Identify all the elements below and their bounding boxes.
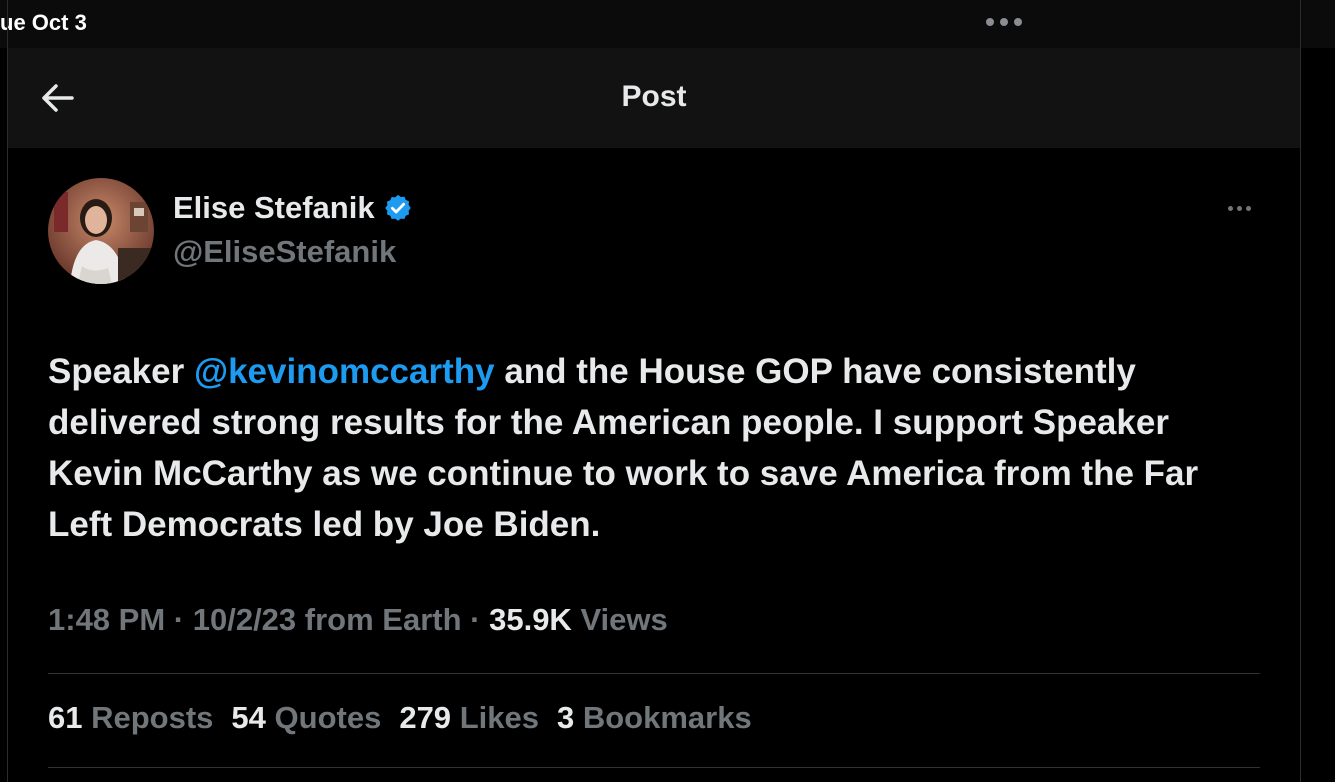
likes-label: Likes xyxy=(459,700,539,735)
more-options-icon[interactable] xyxy=(1228,206,1251,211)
post-time[interactable]: 1:48 PM xyxy=(48,602,165,637)
views-count[interactable]: 35.9K xyxy=(489,602,572,637)
meta-separator: · xyxy=(461,602,490,637)
views-label[interactable]: Views xyxy=(572,602,667,637)
verified-badge-icon xyxy=(384,194,411,221)
quotes-count: 54 xyxy=(231,700,266,735)
post-meta: 1:48 PM · 10/2/23 from Earth · 35.9K Vie… xyxy=(48,602,668,638)
avatar[interactable] xyxy=(48,178,154,284)
multitasking-dots-icon[interactable] xyxy=(986,18,1022,26)
quotes-stat[interactable]: 54 Quotes xyxy=(231,700,381,736)
likes-stat[interactable]: 279 Likes xyxy=(399,700,539,736)
post-text: Speaker @kevinomccarthy and the House GO… xyxy=(48,346,1268,550)
page-title: Post xyxy=(621,80,687,113)
engagement-stats: 61 Reposts 54 Quotes 279 Likes 3 Bookmar… xyxy=(48,700,752,736)
mention-link[interactable]: @kevinomccarthy xyxy=(194,352,495,391)
divider xyxy=(48,673,1260,674)
post-date[interactable]: 10/2/23 xyxy=(193,602,296,637)
author-display-name[interactable]: Elise Stefanik xyxy=(173,190,375,226)
quotes-label: Quotes xyxy=(274,700,382,735)
profile-photo xyxy=(48,178,154,284)
meta-separator: · xyxy=(165,602,193,637)
likes-count: 279 xyxy=(399,700,452,735)
reposts-count: 61 xyxy=(48,700,83,735)
post-header: Post xyxy=(8,48,1300,148)
author-handle[interactable]: @EliseStefanik xyxy=(173,234,396,270)
reposts-stat[interactable]: 61 Reposts xyxy=(48,700,213,736)
bookmarks-stat[interactable]: 3 Bookmarks xyxy=(557,700,752,736)
status-bar: ue Oct 3 xyxy=(0,0,1335,48)
divider xyxy=(48,767,1260,768)
bookmarks-count: 3 xyxy=(556,700,575,735)
post-source: from Earth xyxy=(296,602,462,637)
post-text-start: Speaker xyxy=(48,352,194,391)
bookmarks-label: Bookmarks xyxy=(582,700,752,735)
right-divider xyxy=(1300,0,1301,782)
author-name-row[interactable]: Elise Stefanik xyxy=(173,190,413,226)
reposts-label: Reposts xyxy=(91,700,214,735)
status-date: ue Oct 3 xyxy=(0,10,87,35)
